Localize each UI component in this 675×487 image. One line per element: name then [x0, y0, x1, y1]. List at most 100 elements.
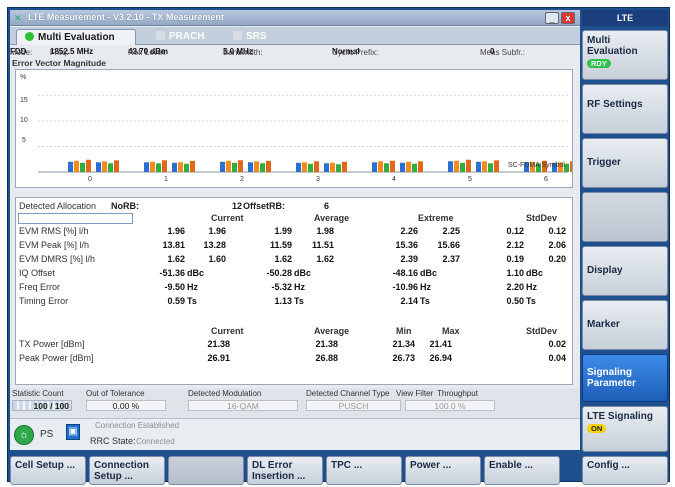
softkey-lte-signaling[interactable]: LTE Signaling ON: [582, 406, 668, 452]
row-label: TX Power [dBm]: [19, 339, 85, 349]
connection-status: Connection Established: [95, 421, 180, 430]
table-row: Peak Power [dBm] 26.91 26.88 26.73 26.94…: [16, 353, 572, 364]
cell-value: 21.38: [207, 339, 230, 349]
tab-prach[interactable]: PRACH: [148, 29, 223, 45]
evm-bar: [488, 163, 493, 172]
x-tick-label: 3: [316, 176, 320, 183]
evm-bar: [144, 162, 149, 172]
evm-bar: [390, 160, 395, 172]
softkey-label: RF Settings: [587, 99, 643, 110]
col-max: Max: [442, 326, 460, 336]
side-panel-header: LTE: [582, 10, 668, 26]
cell-unit: Hz: [294, 282, 305, 292]
tab-state-icon: [156, 31, 165, 40]
cell-unit: Ts: [187, 296, 197, 306]
evm-bar: [102, 161, 107, 172]
cell-unit: Ts: [526, 296, 536, 306]
cell-unit: Ts: [420, 296, 430, 306]
softkey-cell-setup[interactable]: Cell Setup ...: [10, 456, 86, 485]
softkey-signaling-parameter[interactable]: Signaling Parameter: [582, 354, 668, 402]
evm-bar: [384, 163, 389, 172]
close-button[interactable]: x: [561, 12, 575, 24]
softkey-connection-setup[interactable]: Connection Setup ...: [89, 456, 165, 485]
tab-state-icon: [233, 31, 242, 40]
softkey-power[interactable]: Power ...: [405, 456, 481, 485]
softkey-blank-bottom[interactable]: [168, 456, 244, 485]
cell-value: 2.39: [400, 254, 418, 264]
softkey-multi-evaluation[interactable]: Multi Evaluation RDY: [582, 30, 668, 80]
col-stddev: StdDev: [526, 213, 558, 223]
table-row: EVM RMS [%] l/h 1.96 1.96 1.99 1.98 2.26 2.25 0…: [16, 226, 572, 237]
view-selector-field[interactable]: [18, 213, 133, 224]
cell-value: 2.20: [506, 282, 524, 292]
evm-bar: [238, 160, 243, 172]
evm-bar: [68, 161, 73, 172]
x-axis-annotation: SC-FDMA Symbol: [508, 162, 565, 169]
out-of-tolerance-label: Out of Tolerance: [86, 389, 145, 398]
col-current: Current: [211, 213, 244, 223]
cell-value: 0.50: [506, 296, 524, 306]
cell-unit: Ts: [294, 296, 304, 306]
col-min: Min: [396, 326, 412, 336]
softkey-tpc[interactable]: TPC ...: [326, 456, 402, 485]
channel-type-label: Detected Channel Type: [306, 389, 390, 398]
softkey-rf-settings[interactable]: RF Settings: [582, 84, 668, 134]
softkey-label: Signaling Parameter: [587, 367, 636, 389]
col-average: Average: [314, 213, 350, 223]
evm-bar: [96, 162, 101, 172]
cell-value: 0.20: [548, 254, 566, 264]
tab-label: SRS: [246, 31, 267, 42]
tab-srs[interactable]: SRS: [225, 29, 295, 45]
evm-bar: [232, 162, 237, 172]
cell-value: -50.28: [266, 268, 292, 278]
softkey-dl-error-insertion[interactable]: DL Error Insertion ...: [247, 456, 323, 485]
cell-value: 26.88: [315, 353, 338, 363]
table-row: Timing Error 0.59 Ts 1.13 Ts 2.14 Ts 0.50 Ts: [16, 296, 572, 307]
table-row: IQ Offset -51.36 dBc -50.28 dBc -48.16 dBc 1.10…: [16, 268, 572, 279]
cell-value: 1.10: [506, 268, 524, 278]
cell-value: 13.28: [203, 240, 226, 250]
evm-bar: [178, 162, 183, 172]
evm-bar: [466, 159, 471, 172]
view-filter-label: View Filter: [396, 389, 434, 398]
measurement-window: ✕ LTE Measurement - V3.2.10 - TX Measure…: [10, 10, 580, 450]
evm-bar: [302, 162, 307, 172]
softkey-blank[interactable]: [582, 192, 668, 242]
detected-modulation-label: Detected Modulation: [188, 389, 262, 398]
cell-value: 2.26: [400, 226, 418, 236]
cell-value: 11.59: [269, 240, 292, 250]
on-badge: ON: [587, 424, 607, 433]
freq-label: Freq: 1852.5 MHz: [50, 47, 94, 57]
cell-value: 1.96: [167, 226, 185, 236]
evm-bar: [296, 162, 301, 172]
ue-device-icon: ▣: [66, 424, 80, 440]
cell-value: 1.62: [274, 254, 292, 264]
row-label: Peak Power [dBm]: [19, 353, 94, 363]
softkey-trigger[interactable]: Trigger: [582, 138, 668, 188]
cell-value: -5.32: [271, 282, 292, 292]
row-label: Freq Error: [19, 282, 61, 292]
throughput-value: 100.0 %: [405, 400, 495, 411]
right-softkey-panel: LTE Multi Evaluation RDY RF Settings Tri…: [582, 10, 668, 452]
evm-bar: [162, 160, 167, 172]
evm-bar: [412, 163, 417, 172]
rrc-state-label: RRC State:: [90, 436, 136, 446]
minimize-button[interactable]: _: [545, 12, 559, 24]
tab-multi-evaluation[interactable]: Multi Evaluation: [16, 29, 136, 45]
softkey-marker[interactable]: Marker: [582, 300, 668, 350]
softkey-display[interactable]: Display: [582, 246, 668, 296]
evm-bar: [190, 160, 195, 172]
cell-value: 1.62: [167, 254, 185, 264]
status-area: Statistic Count 100 / 100 Out of Toleran…: [10, 388, 580, 450]
x-tick-label: 6: [544, 176, 548, 183]
evm-bar: [314, 161, 319, 172]
allocation-row: Detected Allocation NoRB: 12 OffsetRB: 6: [16, 201, 572, 212]
cell-unit: dBc: [294, 268, 312, 278]
softkey-label: Trigger: [587, 157, 621, 168]
softkey-config[interactable]: Config ...: [582, 456, 668, 485]
softkey-enable[interactable]: Enable ...: [484, 456, 560, 485]
ready-indicator-icon: [25, 32, 34, 41]
cell-value: 1.13: [274, 296, 292, 306]
cell-value: 1.60: [208, 254, 226, 264]
cell-value: 2.37: [442, 254, 460, 264]
